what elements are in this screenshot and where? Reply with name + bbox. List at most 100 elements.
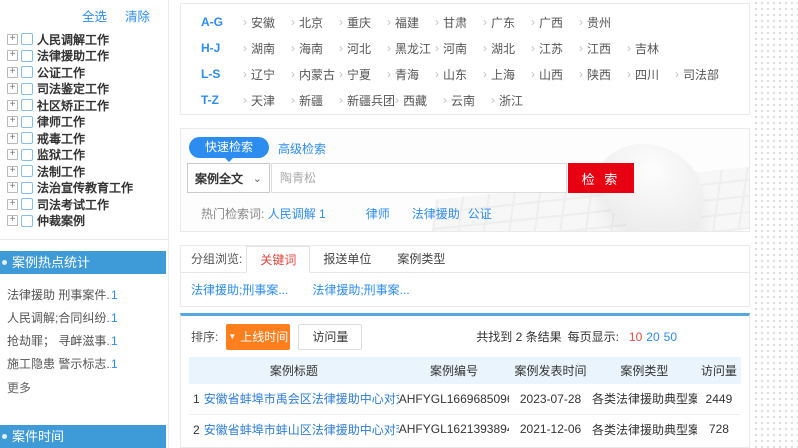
province-link[interactable]: › 河北 xyxy=(339,40,387,57)
tree-item-label[interactable]: 司法鉴定工作 xyxy=(37,80,109,97)
stat-item[interactable]: 抢劫罪； 寻衅滋事... 1 xyxy=(7,329,162,352)
province-link[interactable]: › 重庆 xyxy=(339,14,387,31)
tree-item-label[interactable]: 司法考试工作 xyxy=(37,196,109,213)
tree-item-label[interactable]: 公证工作 xyxy=(37,64,85,81)
region-group-link[interactable]: A-G xyxy=(201,15,243,29)
province-link[interactable]: › 江西 xyxy=(579,40,627,57)
case-title-link[interactable]: 安徽省蚌埠市蚌山区法律援助中心对李某涉... xyxy=(204,423,399,437)
province-name[interactable]: 甘肃 xyxy=(443,14,467,31)
expand-plus-icon[interactable]: + xyxy=(7,215,18,226)
province-link[interactable]: › 天津 xyxy=(243,92,291,109)
stat-item-label[interactable]: 施工隐患 警示标志... xyxy=(7,355,111,372)
province-name[interactable]: 新疆 xyxy=(299,92,323,109)
province-name[interactable]: 天津 xyxy=(251,92,275,109)
tree-item[interactable]: + 社区矫正工作 xyxy=(7,97,133,114)
expand-plus-icon[interactable]: + xyxy=(7,182,18,193)
expand-plus-icon[interactable]: + xyxy=(7,133,18,144)
province-name[interactable]: 浙江 xyxy=(499,92,523,109)
province-name[interactable]: 西藏 xyxy=(403,92,427,109)
province-link[interactable]: › 四川 xyxy=(627,66,675,83)
province-link[interactable]: › 山西 xyxy=(531,66,579,83)
province-link[interactable]: › 宁夏 xyxy=(339,66,387,83)
case-title-link[interactable]: 安徽省蚌埠市禹会区法律援助中心对刘某涉... xyxy=(204,392,399,406)
checkbox[interactable] xyxy=(21,99,33,111)
province-link[interactable]: › 辽宁 xyxy=(243,66,291,83)
select-all-link[interactable]: 全选 xyxy=(82,6,107,25)
province-name[interactable]: 青海 xyxy=(395,66,419,83)
tree-item-label[interactable]: 律师工作 xyxy=(37,113,85,130)
filter-tab[interactable]: 案例类型 xyxy=(384,246,458,272)
province-link[interactable]: › 新疆兵团 xyxy=(339,92,395,109)
tab-advanced-search[interactable]: 高级检索 xyxy=(278,140,326,157)
tree-item[interactable]: + 公证工作 xyxy=(7,64,133,81)
keyword-link[interactable]: 法律援助;刑事案... xyxy=(312,283,409,297)
province-name[interactable]: 宁夏 xyxy=(347,66,371,83)
checkbox[interactable] xyxy=(21,182,33,194)
expand-plus-icon[interactable]: + xyxy=(7,34,18,45)
province-link[interactable]: › 西藏 xyxy=(395,92,443,109)
province-link[interactable]: › 广西 xyxy=(531,14,579,31)
hot-word-link[interactable]: 人民调解 1 xyxy=(268,207,326,221)
checkbox[interactable] xyxy=(21,66,33,78)
sort-button[interactable]: 访问量 xyxy=(298,324,362,350)
expand-plus-icon[interactable]: + xyxy=(7,166,18,177)
clear-link[interactable]: 清除 xyxy=(125,6,150,25)
province-link[interactable]: › 青海 xyxy=(387,66,435,83)
search-button[interactable]: 检 索 xyxy=(568,163,634,193)
tree-item-label[interactable]: 监狱工作 xyxy=(37,146,85,163)
province-link[interactable]: › 云南 xyxy=(443,92,491,109)
tree-item[interactable]: + 司法考试工作 xyxy=(7,196,133,213)
checkbox[interactable] xyxy=(21,116,33,128)
expand-plus-icon[interactable]: + xyxy=(7,50,18,61)
sort-button[interactable]: ▼上线时间 xyxy=(226,324,290,350)
province-link[interactable]: › 安徽 xyxy=(243,14,291,31)
province-name[interactable]: 云南 xyxy=(451,92,475,109)
search-scope-select[interactable]: 案例全文 ⌄ xyxy=(187,163,270,193)
province-link[interactable]: › 福建 xyxy=(387,14,435,31)
province-name[interactable]: 吉林 xyxy=(635,40,659,57)
province-name[interactable]: 黑龙江 xyxy=(395,40,431,57)
stat-item[interactable]: 人民调解;合同纠纷... 1 xyxy=(7,306,162,329)
filter-tab[interactable]: 报送单位 xyxy=(310,246,384,272)
province-name[interactable]: 重庆 xyxy=(347,14,371,31)
region-group-link[interactable]: H-J xyxy=(201,41,243,55)
province-link[interactable]: › 贵州 xyxy=(579,14,627,31)
expand-plus-icon[interactable]: + xyxy=(7,67,18,78)
province-link[interactable]: › 河南 xyxy=(435,40,483,57)
more-link[interactable]: 更多 xyxy=(7,379,31,396)
checkbox[interactable] xyxy=(21,198,33,210)
checkbox[interactable] xyxy=(21,165,33,177)
province-name[interactable]: 山东 xyxy=(443,66,467,83)
tree-item[interactable]: + 法治宣传教育工作 xyxy=(7,180,133,197)
province-name[interactable]: 福建 xyxy=(395,14,419,31)
province-name[interactable]: 海南 xyxy=(299,40,323,57)
stat-item[interactable]: 施工隐患 警示标志... 1 xyxy=(7,352,162,375)
province-name[interactable]: 江苏 xyxy=(539,40,563,57)
province-name[interactable]: 山西 xyxy=(539,66,563,83)
tree-item-label[interactable]: 法律援助工作 xyxy=(37,47,109,64)
expand-plus-icon[interactable]: + xyxy=(7,100,18,111)
tree-item[interactable]: + 仲裁案例 xyxy=(7,213,133,230)
hot-word-link[interactable]: 律师 xyxy=(366,207,390,221)
keyword-link[interactable]: 法律援助;刑事案... xyxy=(191,283,288,297)
province-name[interactable]: 内蒙古 xyxy=(299,66,335,83)
province-name[interactable]: 广西 xyxy=(539,14,563,31)
province-link[interactable]: › 湖南 xyxy=(243,40,291,57)
page-size-option[interactable]: 10 xyxy=(629,330,642,344)
expand-plus-icon[interactable]: + xyxy=(7,116,18,127)
checkbox[interactable] xyxy=(21,132,33,144)
checkbox[interactable] xyxy=(21,149,33,161)
stat-item-label[interactable]: 法律援助 刑事案件... xyxy=(7,286,111,303)
tree-item-label[interactable]: 戒毒工作 xyxy=(37,130,85,147)
province-link[interactable]: › 陕西 xyxy=(579,66,627,83)
tree-item[interactable]: + 监狱工作 xyxy=(7,147,133,164)
province-link[interactable]: › 海南 xyxy=(291,40,339,57)
province-name[interactable]: 司法部 xyxy=(683,66,719,83)
expand-plus-icon[interactable]: + xyxy=(7,83,18,94)
checkbox[interactable] xyxy=(21,50,33,62)
region-group-link[interactable]: T-Z xyxy=(201,93,243,107)
tree-item[interactable]: + 司法鉴定工作 xyxy=(7,81,133,98)
hot-word-link[interactable]: 法律援助 xyxy=(412,207,460,221)
province-name[interactable]: 北京 xyxy=(299,14,323,31)
province-link[interactable]: › 山东 xyxy=(435,66,483,83)
